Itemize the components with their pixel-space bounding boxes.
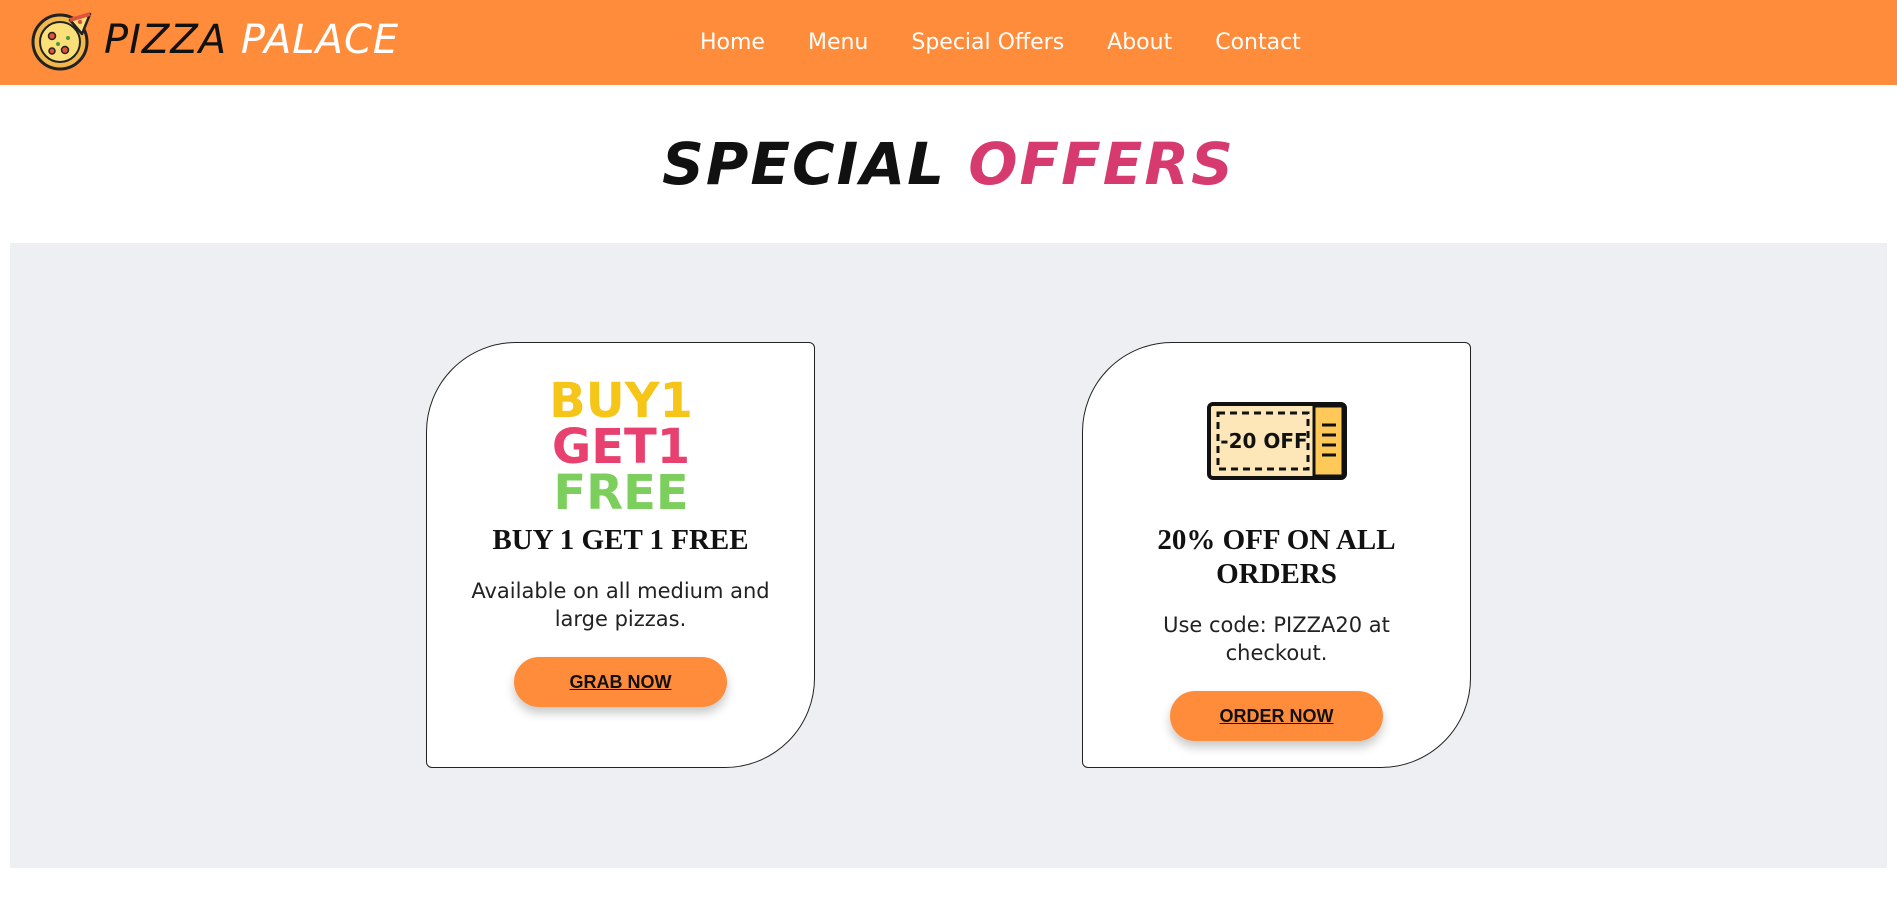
- offer-card-bogo: BUY1 GET1 FREE BUY 1 GET 1 FREE Availabl…: [426, 342, 815, 768]
- coupon-icon: -20 OFF: [1206, 402, 1347, 480]
- grab-now-button[interactable]: GRAB NOW: [514, 657, 727, 707]
- buy-one-get-one-image: BUY1 GET1 FREE: [551, 373, 691, 515]
- coupon-text: -20 OFF: [1220, 429, 1307, 453]
- offer-title: BUY 1 GET 1 FREE: [492, 524, 749, 556]
- nav-links: Home Menu Special Offers About Contact: [700, 0, 1344, 85]
- pizza-icon: [31, 12, 92, 71]
- brand[interactable]: PIZZA PALACE: [30, 8, 399, 72]
- offer-description: Available on all medium and large pizzas…: [471, 579, 770, 631]
- order-now-button[interactable]: ORDER NOW: [1170, 691, 1383, 741]
- offer-title: 20% OFF ON ALL ORDERS: [1157, 524, 1396, 590]
- navbar: PIZZA PALACE Home Menu Special Offers Ab…: [0, 0, 1897, 85]
- nav-home[interactable]: Home: [700, 30, 765, 55]
- offers-section: BUY1 GET1 FREE BUY 1 GET 1 FREE Availabl…: [10, 243, 1887, 868]
- nav-menu[interactable]: Menu: [808, 30, 868, 55]
- offer-description: Use code: PIZZA20 at checkout.: [1163, 613, 1390, 665]
- page-title-word-2: OFFERS: [968, 130, 1235, 198]
- bogo-line-3: FREE: [553, 465, 688, 515]
- brand-word-1: PIZZA: [104, 17, 228, 63]
- offer-card-discount: -20 OFF 20% OFF ON ALL ORDERS Use code: …: [1082, 342, 1471, 768]
- nav-about[interactable]: About: [1107, 30, 1172, 55]
- page-title: SPECIAL OFFERS: [0, 130, 1897, 198]
- brand-name: PIZZA PALACE: [104, 8, 399, 72]
- page-title-word-1: SPECIAL: [662, 130, 947, 198]
- nav-special-offers[interactable]: Special Offers: [911, 30, 1064, 55]
- nav-contact[interactable]: Contact: [1215, 30, 1301, 55]
- brand-word-2: PALACE: [240, 17, 400, 63]
